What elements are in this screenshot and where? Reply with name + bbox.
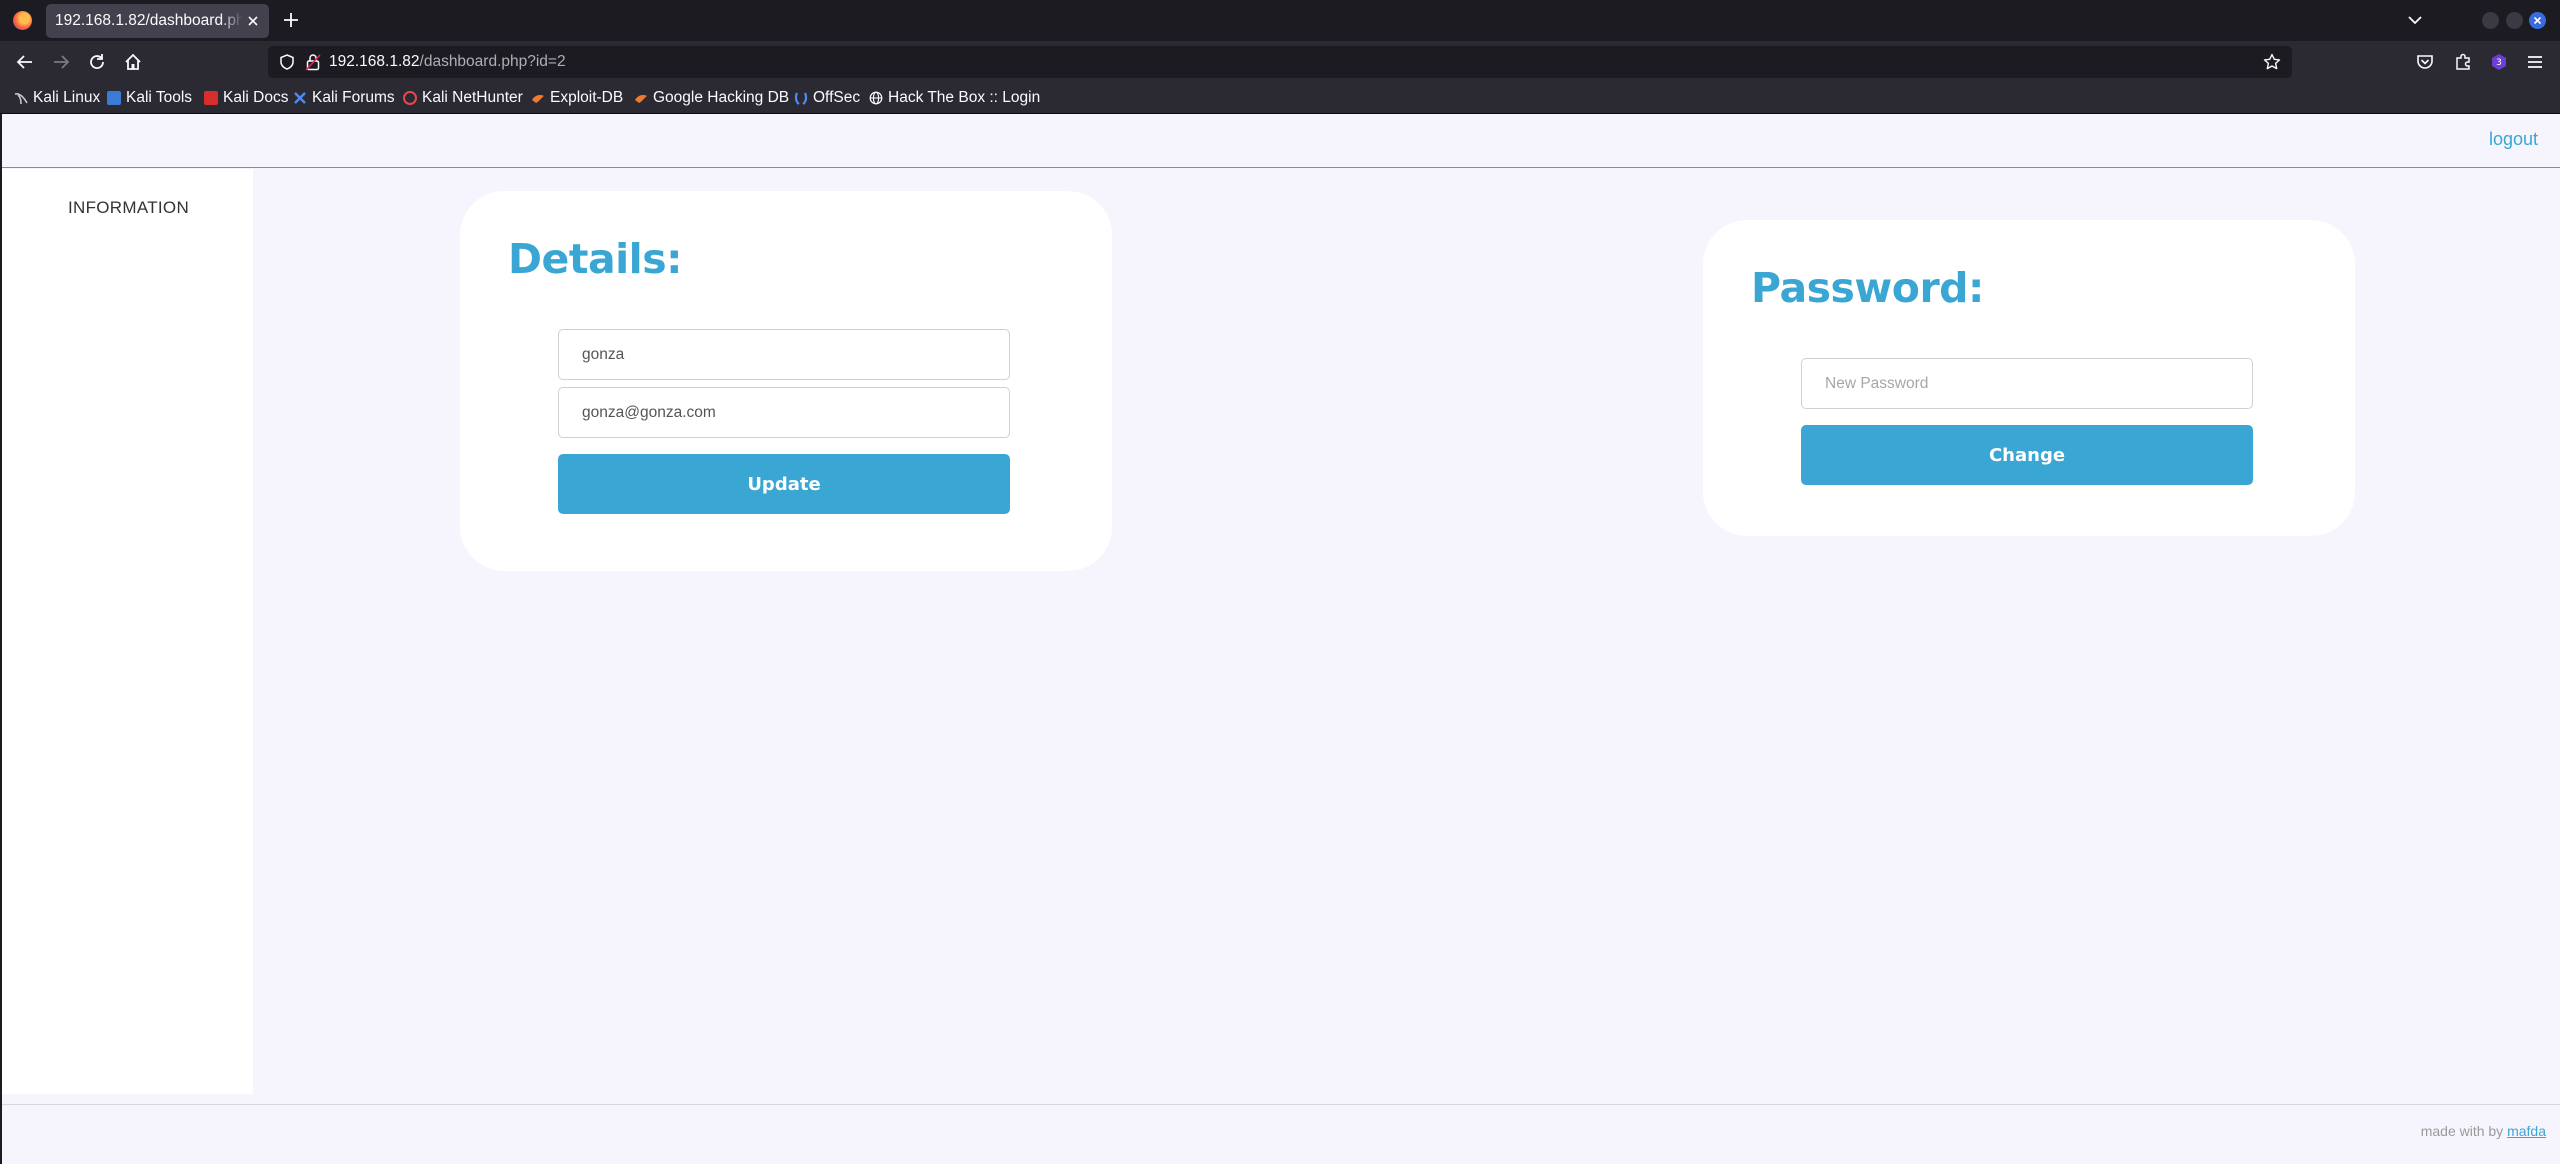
bookmark-kali-forums[interactable]: Kali Forums — [293, 88, 395, 108]
bookmark-google-hacking-db[interactable]: Google Hacking DB — [634, 88, 789, 108]
back-arrow-icon[interactable] — [14, 51, 36, 73]
active-tab[interactable]: 192.168.1.82/dashboard.php?id=2 — [46, 4, 269, 38]
minimize-window-icon[interactable] — [2482, 12, 2499, 29]
logout-link[interactable]: logout — [2489, 129, 2538, 150]
url-bar[interactable]: 192.168.1.82/dashboard.php?id=2 — [268, 46, 2292, 78]
url-text[interactable]: 192.168.1.82/dashboard.php?id=2 — [329, 53, 566, 71]
password-card: Password: Change — [1703, 220, 2355, 536]
new-tab-icon[interactable] — [281, 10, 301, 30]
extension-icon[interactable]: 3 — [2488, 51, 2510, 73]
firefox-icon[interactable] — [13, 11, 32, 30]
sidebar-item-information[interactable]: INFORMATION — [68, 198, 189, 218]
forward-arrow-icon[interactable] — [50, 51, 72, 73]
kali-icon — [14, 91, 28, 105]
page-footer: made with by mafda — [2, 1104, 2560, 1164]
page-header: logout — [2, 114, 2560, 168]
details-card: Details: Update — [460, 191, 1112, 571]
bookmark-kali-tools[interactable]: Kali Tools — [107, 88, 192, 108]
browser-tab-bar: 192.168.1.82/dashboard.php?id=2 — [0, 0, 2560, 41]
menu-hamburger-icon[interactable] — [2524, 51, 2546, 73]
extensions-puzzle-icon[interactable] — [2452, 51, 2474, 73]
svg-text:3: 3 — [2496, 58, 2502, 68]
author-link[interactable]: mafda — [2507, 1123, 2546, 1139]
kali-docs-icon — [204, 91, 218, 105]
bookmark-kali-linux[interactable]: Kali Linux — [14, 88, 100, 108]
bookmark-offsec[interactable]: OffSec — [794, 88, 860, 108]
bookmark-hack-the-box[interactable]: Hack The Box :: Login — [869, 88, 1040, 108]
kali-forums-icon — [293, 91, 307, 105]
username-field[interactable] — [558, 329, 1010, 380]
new-password-field[interactable] — [1801, 358, 2253, 409]
bookmark-kali-nethunter[interactable]: Kali NetHunter — [403, 88, 523, 108]
maximize-window-icon[interactable] — [2506, 12, 2523, 29]
tab-title: 192.168.1.82/dashboard.php?id=2 — [55, 12, 243, 29]
chevron-down-icon[interactable] — [2405, 10, 2425, 30]
browser-nav-bar: 192.168.1.82/dashboard.php?id=2 3 — [0, 41, 2560, 83]
exploit-db-icon — [531, 91, 545, 105]
bookmark-exploit-db[interactable]: Exploit-DB — [531, 88, 623, 108]
ghdb-icon — [634, 91, 648, 105]
offsec-icon — [794, 91, 808, 105]
reload-icon[interactable] — [86, 51, 108, 73]
globe-icon — [869, 91, 883, 105]
insecure-lock-icon[interactable] — [304, 52, 322, 72]
pocket-icon[interactable] — [2414, 51, 2436, 73]
bookmarks-toolbar: Kali Linux Kali Tools Kali Docs Kali For… — [0, 83, 2560, 114]
bookmark-star-icon[interactable] — [2262, 52, 2282, 72]
password-title: Password: — [1751, 264, 1984, 312]
sidebar: INFORMATION — [2, 169, 253, 1094]
close-window-icon[interactable] — [2529, 12, 2546, 29]
web-page: logout INFORMATION Details: Update Passw… — [0, 114, 2560, 1164]
nethunter-icon — [403, 91, 417, 105]
shield-icon[interactable] — [278, 53, 296, 71]
update-button[interactable]: Update — [558, 454, 1010, 514]
email-field[interactable] — [558, 387, 1010, 438]
change-button[interactable]: Change — [1801, 425, 2253, 485]
kali-tools-icon — [107, 91, 121, 105]
bookmark-kali-docs[interactable]: Kali Docs — [204, 88, 288, 108]
footer-credit: made with by mafda — [2420, 1123, 2546, 1139]
home-icon[interactable] — [122, 51, 144, 73]
close-tab-icon[interactable] — [245, 13, 261, 29]
details-title: Details: — [508, 235, 683, 283]
